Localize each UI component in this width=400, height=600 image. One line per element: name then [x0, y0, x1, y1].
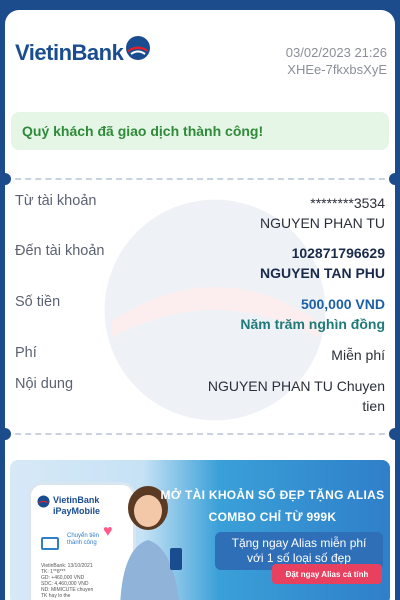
amount-value: 500,000 VND Năm trăm nghìn đồng — [240, 294, 385, 334]
promo-headline-line-2: COMBO CHỈ TỪ 999K — [208, 510, 337, 524]
content-value: NGUYEN PHAN TU Chuyen tien — [208, 376, 385, 416]
phone-brand-line-1: VietinBank — [53, 495, 100, 505]
promo-headline: MỞ TÀI KHOẢN SỐ ĐẸP TẶNG ALIAS COMBO CHỈ… — [160, 484, 385, 528]
from-account-label: Từ tài khoản — [15, 193, 97, 209]
amount-in-words: Năm trăm nghìn đồng — [240, 316, 385, 332]
to-account-label: Đến tài khoản — [15, 243, 105, 259]
promo-headline-line-1: MỞ TÀI KHOẢN SỐ ĐẸP TẶNG ALIAS — [160, 488, 385, 502]
phone-brand: VietinBank iPayMobile — [53, 495, 100, 517]
fee-value: Miễn phí — [331, 345, 385, 365]
left-notch — [5, 173, 11, 185]
promo-offer-line-1: Tặng ngay Alias miễn phí — [231, 536, 367, 550]
to-account-value: 102871796629 NGUYEN TAN PHU — [260, 243, 385, 283]
divider-top — [5, 178, 395, 180]
vietinbank-logo-icon — [126, 36, 151, 60]
transaction-meta: 03/02/2023 21:26 XHEe-7fkxbsXyE — [286, 44, 387, 78]
from-account-number: ********3534 — [310, 195, 385, 211]
brand-name: VietinBank — [15, 40, 124, 65]
receipt-header: VietinBank 03/02/2023 21:26 XHEe-7fkxbsX… — [5, 10, 395, 110]
divider-bottom — [5, 433, 395, 435]
right-notch — [389, 173, 395, 185]
fee-label: Phí — [15, 345, 37, 361]
phone-brand-line-2: iPayMobile — [53, 506, 101, 516]
content-line-1: NGUYEN PHAN TU Chuyen — [207, 378, 385, 394]
transaction-datetime: 03/02/2023 21:26 — [285, 45, 387, 60]
from-account-value: ********3534 NGUYEN PHAN TU — [260, 193, 385, 233]
promo-banner[interactable]: VietinBank iPayMobile Chuyển tiền thành … — [10, 460, 390, 600]
left-notch-bottom — [5, 428, 11, 440]
to-account-name: NGUYEN TAN PHU — [260, 265, 385, 281]
fee-amount: Miễn phí — [331, 347, 385, 363]
phone-logo-icon — [37, 495, 50, 508]
amount-number: 500,000 VND — [300, 296, 385, 312]
promo-cta-button[interactable]: Đặt ngay Alias cá tính — [272, 564, 382, 584]
mail-icon — [41, 537, 59, 550]
success-message: Quý khách đã giao dịch thành công! — [11, 112, 389, 150]
transaction-receipt: VietinBank 03/02/2023 21:26 XHEe-7fkxbsX… — [5, 10, 395, 600]
amount-label: Số tiền — [15, 294, 61, 310]
to-account-number: 102871796629 — [291, 245, 385, 261]
vietinbank-logo: VietinBank — [15, 36, 151, 66]
from-account-name: NGUYEN PHAN TU — [260, 215, 385, 231]
content-line-2: tien — [362, 398, 385, 414]
content-label: Nội dung — [15, 376, 74, 392]
right-notch-bottom — [389, 428, 395, 440]
transaction-reference: XHEe-7fkxbsXyE — [287, 62, 387, 77]
